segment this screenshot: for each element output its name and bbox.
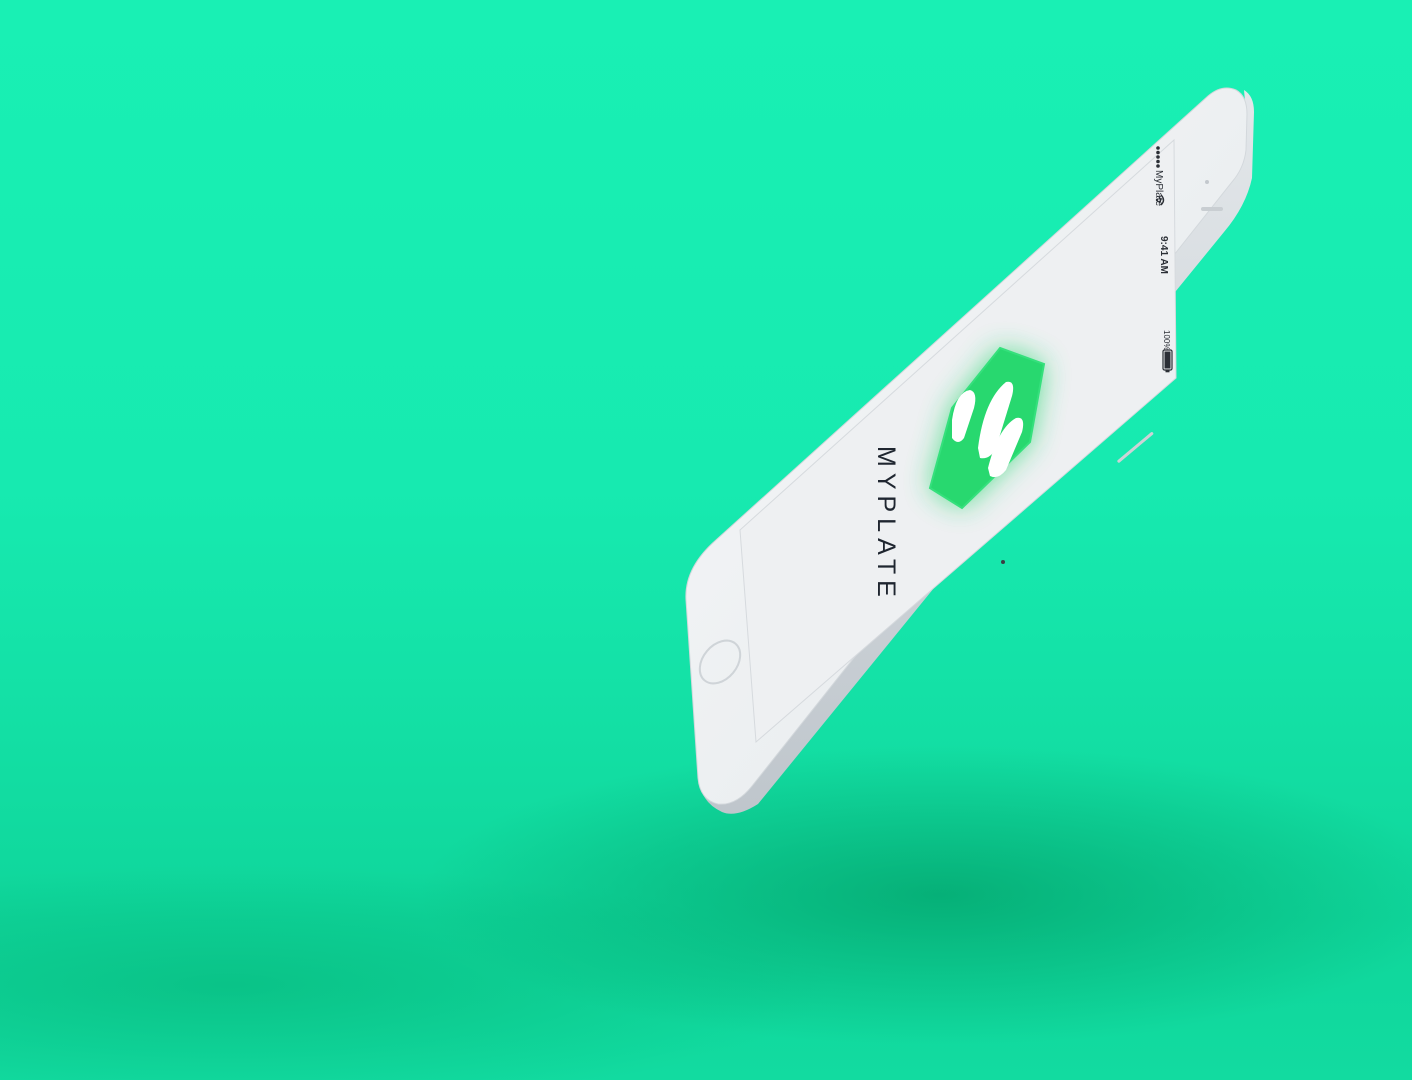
app-name-text: MYPLATE	[872, 446, 900, 603]
status-time: 9:41 AM	[1158, 236, 1169, 274]
side-button	[1117, 432, 1154, 463]
front-camera-dot	[1205, 180, 1209, 184]
earpiece-speaker	[1201, 207, 1223, 211]
phone-mockup-scene: MyPlate 9:41 AM 100% MYPLATE	[0, 0, 1412, 1080]
status-battery-text: 100%	[1162, 330, 1171, 350]
phone-mockup-svg: MyPlate 9:41 AM 100% MYPLATE	[685, 87, 1254, 814]
microphone-dot	[1001, 560, 1005, 564]
status-carrier: MyPlate	[1153, 170, 1164, 207]
